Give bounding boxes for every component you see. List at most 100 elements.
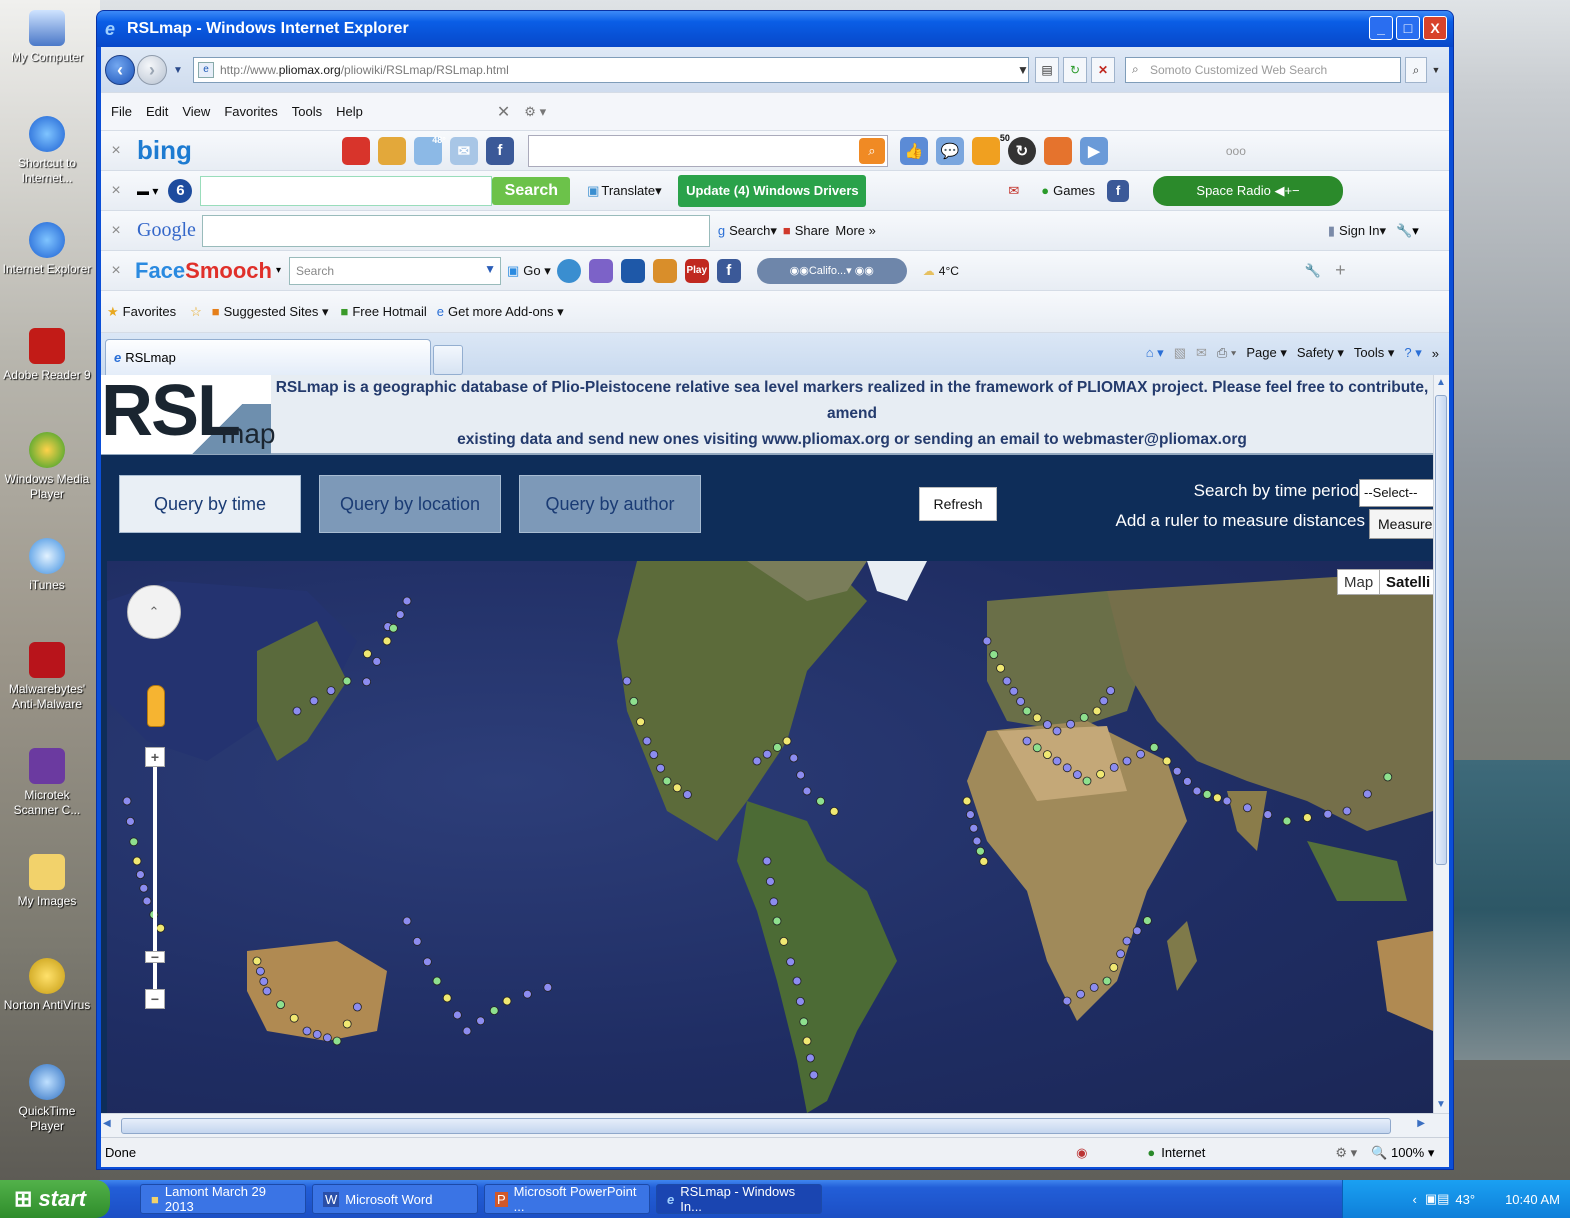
map-marker[interactable]	[1099, 696, 1109, 706]
map-marker[interactable]	[1143, 916, 1152, 926]
map-marker[interactable]	[502, 996, 512, 1006]
map-marker[interactable]	[1136, 749, 1145, 759]
map-marker[interactable]	[252, 956, 262, 966]
map-marker[interactable]	[1192, 786, 1202, 796]
measure-button[interactable]: Measure	[1369, 509, 1433, 539]
location-selector[interactable]: ◉◉ Califo... ▾ ◉◉	[756, 257, 907, 284]
menu-file[interactable]: File	[111, 104, 132, 119]
search-go-icon[interactable]: ⌕	[1405, 57, 1427, 83]
map-marker[interactable]	[255, 966, 265, 976]
map-marker[interactable]	[1102, 976, 1112, 986]
desktop-icon-quicktime[interactable]: QuickTime Player	[2, 1064, 92, 1134]
map-marker[interactable]	[1022, 706, 1032, 716]
map-marker[interactable]	[1009, 686, 1019, 696]
pan-control[interactable]: ⌃	[127, 585, 183, 655]
refresh-icon[interactable]: ↻	[1063, 57, 1087, 83]
map-marker[interactable]	[1122, 936, 1132, 946]
query-by-time-button[interactable]: Query by time	[119, 475, 301, 533]
scroll-thumb[interactable]	[1435, 395, 1447, 865]
bing-search-icon[interactable]: ⌕	[858, 137, 885, 164]
map-marker[interactable]	[769, 897, 779, 907]
get-addons-link[interactable]: e Get more Add-ons ▾	[437, 298, 564, 326]
map-marker[interactable]	[442, 993, 452, 1003]
map-marker[interactable]	[1032, 713, 1042, 723]
map-marker[interactable]	[276, 1000, 286, 1010]
map-marker[interactable]	[543, 982, 553, 992]
tools-icon[interactable]	[377, 136, 406, 165]
privacy-icon[interactable]: ◉	[1076, 1145, 1087, 1161]
map-type-map[interactable]: Map	[1337, 569, 1381, 595]
horizontal-scroll-thumb[interactable]	[121, 1118, 1391, 1134]
facesmooch-search-input[interactable]: Search ▼	[288, 256, 501, 285]
weather-icon[interactable]: 48°	[413, 135, 446, 165]
page-menu[interactable]: Page ▾	[1246, 345, 1287, 361]
video-icon[interactable]: ▶	[1079, 136, 1108, 165]
desktop-icon-malwarebytes[interactable]: Malwarebytes' Anti-Malware	[2, 642, 92, 712]
street-view-pegman[interactable]	[147, 685, 165, 727]
map-marker[interactable]	[522, 989, 532, 999]
desktop-icon-my-images[interactable]: My Images	[2, 854, 92, 909]
somoto-logo-icon[interactable]: 6	[168, 178, 193, 203]
vertical-scrollbar[interactable]: ▲ ▼	[1433, 375, 1449, 1113]
map-marker[interactable]	[1303, 813, 1312, 823]
map-marker[interactable]	[782, 736, 792, 746]
wrench-icon[interactable]: 🔧▾	[1396, 223, 1419, 239]
map-marker[interactable]	[649, 750, 659, 760]
more-icon[interactable]: ooo	[1226, 144, 1246, 158]
add-favorite-icon[interactable]: ☆	[190, 304, 202, 320]
map-marker[interactable]	[1132, 926, 1142, 936]
map-marker[interactable]	[1016, 696, 1025, 706]
map-marker[interactable]	[786, 957, 795, 967]
google-search-button[interactable]: g Search ▾	[718, 217, 777, 245]
map-marker[interactable]	[622, 676, 632, 686]
zoom-level[interactable]: 🔍 100% ▾	[1371, 1145, 1434, 1161]
menu-help[interactable]: Help	[336, 104, 363, 119]
refresh-button[interactable]: Refresh	[919, 487, 997, 521]
map-marker[interactable]	[289, 1013, 299, 1023]
map-marker[interactable]	[1043, 720, 1052, 730]
character-icon[interactable]	[652, 258, 677, 283]
desktop-icon-media-player[interactable]: Windows Media Player	[2, 432, 92, 502]
forward-button[interactable]: ›	[137, 55, 167, 85]
space-radio-button[interactable]: Space Radio ◀+−	[1153, 175, 1344, 206]
map-marker[interactable]	[636, 717, 645, 727]
map-marker[interactable]	[388, 623, 398, 633]
desktop-icon-microtek[interactable]: Microtek Scanner C...	[2, 748, 92, 818]
flag-icon[interactable]: ▬ ▾	[137, 184, 158, 198]
map-marker[interactable]	[259, 976, 269, 986]
map-marker[interactable]	[312, 1029, 322, 1039]
map-marker[interactable]	[402, 916, 412, 926]
desktop-icon-adobe-reader[interactable]: Adobe Reader 9	[2, 328, 92, 383]
map-marker[interactable]	[982, 636, 992, 646]
google-share-button[interactable]: ■ Share	[783, 217, 830, 245]
map-marker[interactable]	[372, 657, 382, 666]
world-map[interactable]: Map Satelli ⌃ + − −	[107, 561, 1433, 1113]
apps-icon[interactable]	[588, 258, 613, 283]
map-marker[interactable]	[1002, 676, 1012, 686]
map-marker[interactable]	[969, 823, 979, 833]
stop-icon[interactable]: ✕	[1091, 57, 1115, 83]
map-marker[interactable]	[796, 996, 805, 1006]
map-marker[interactable]	[806, 1053, 815, 1063]
zoom-slider-thumb[interactable]: −	[145, 949, 165, 965]
map-marker[interactable]	[789, 753, 799, 763]
chat-icon[interactable]: 💬	[935, 136, 964, 165]
translate-button[interactable]: ▣ Translate ▾	[576, 177, 672, 205]
map-marker[interactable]	[332, 1036, 342, 1046]
menu-tools[interactable]: Tools	[292, 104, 322, 119]
desktop-icon-internet-explorer[interactable]: Internet Explorer	[2, 222, 92, 277]
tray-chevron-icon[interactable]: ‹	[1412, 1192, 1416, 1207]
somoto-search-button[interactable]: Search	[492, 176, 571, 205]
map-marker[interactable]	[1116, 949, 1125, 959]
map-marker[interactable]	[816, 796, 825, 806]
map-marker[interactable]	[322, 1033, 332, 1043]
mail-alert-icon[interactable]: ✉	[1008, 183, 1019, 199]
map-marker[interactable]	[799, 1017, 809, 1027]
play-videos-icon[interactable]: Play	[684, 258, 709, 283]
chevron-right-icon[interactable]: »	[1432, 346, 1439, 361]
map-marker[interactable]	[402, 596, 412, 606]
map-marker[interactable]	[792, 976, 802, 986]
map-marker[interactable]	[136, 870, 145, 880]
toolbar-close-icon[interactable]: ×	[105, 142, 127, 160]
mask-icon[interactable]	[620, 258, 645, 283]
